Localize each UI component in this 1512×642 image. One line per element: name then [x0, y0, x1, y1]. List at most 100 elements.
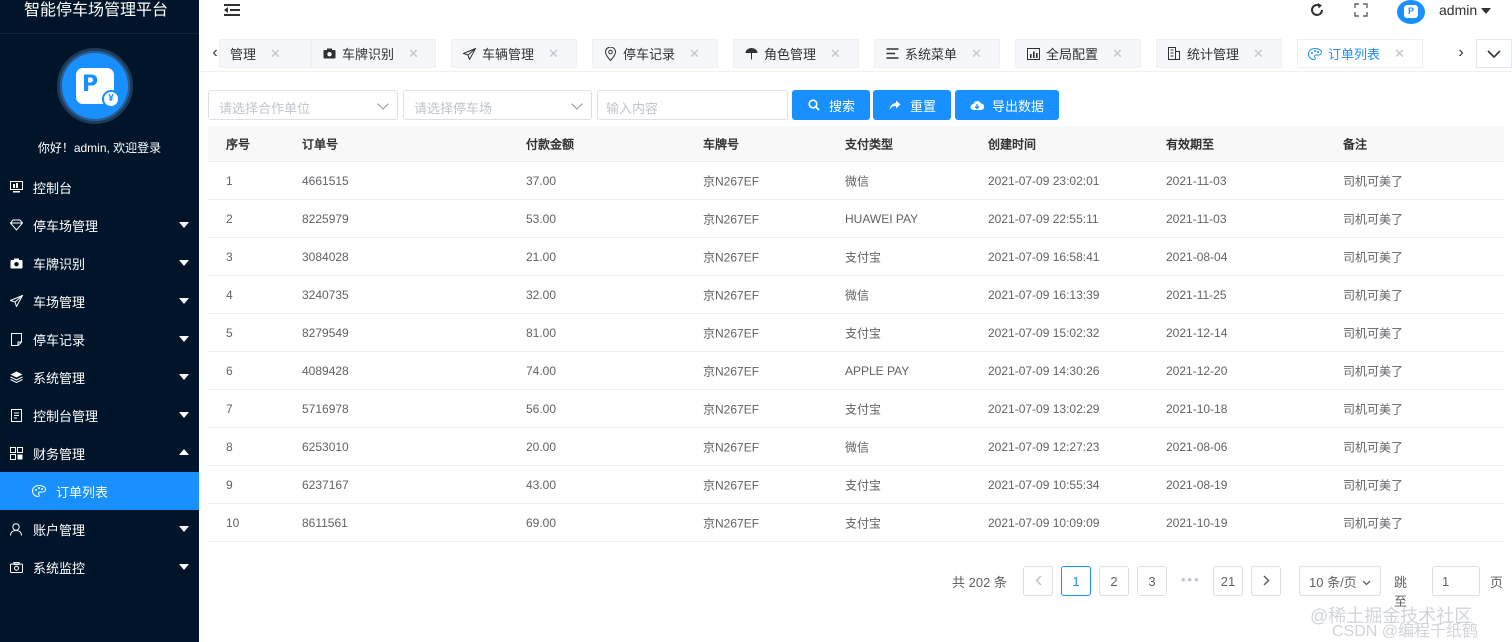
cell-remark: 司机可美了	[1343, 402, 1404, 416]
table-row[interactable]: 10 8611561 69.00 京N267EF 支付宝 2021-07-09 10:09…	[208, 504, 1504, 542]
page-button-last[interactable]: 21	[1213, 566, 1243, 596]
search-button[interactable]: 搜索	[792, 90, 870, 120]
sidebar-item-label: 系统管理	[33, 370, 86, 386]
sidebar-item-account-management[interactable]: 账户管理	[0, 510, 199, 548]
chevron-up-icon	[179, 449, 189, 455]
table-row[interactable]: 5 8279549 81.00 京N267EF 支付宝 2021-07-09 15:02:…	[208, 314, 1504, 352]
table-row[interactable]: 1 4661515 37.00 京N267EF 微信 2021-07-09 23:02:0…	[208, 162, 1504, 200]
tab-management[interactable]: 管理 ✕	[219, 39, 311, 68]
reset-button[interactable]: 重置	[873, 90, 951, 120]
cell-index: 9	[226, 477, 233, 492]
table-row[interactable]: 6 4089428 74.00 京N267EF APPLE PAY 2021-07-09 …	[208, 352, 1504, 390]
fullscreen-icon[interactable]	[1354, 3, 1368, 17]
chevron-down-icon[interactable]	[1481, 8, 1491, 14]
close-icon[interactable]: ✕	[689, 46, 700, 62]
close-icon[interactable]: ✕	[270, 46, 281, 62]
tab-system-menu[interactable]: 系统菜单 ✕	[874, 39, 1000, 68]
close-icon[interactable]: ✕	[1253, 46, 1264, 62]
camera-icon	[9, 256, 23, 270]
cell-order-no: 4661515	[302, 173, 349, 188]
tab-label: 车辆管理	[482, 47, 535, 62]
page-button-1[interactable]: 1	[1061, 566, 1091, 596]
app-title: 智能停车场管理平台	[0, 0, 199, 34]
goto-page-input[interactable]: 1	[1432, 566, 1480, 596]
close-icon[interactable]: ✕	[971, 46, 982, 62]
sidebar-item-system-management[interactable]: 系统管理	[0, 358, 199, 396]
tab-plate-recognition[interactable]: 车牌识别 ✕	[311, 39, 436, 68]
sidebar-item-label: 账户管理	[33, 522, 86, 538]
username[interactable]: admin	[1439, 2, 1477, 18]
table-row[interactable]: 7 5716978 56.00 京N267EF 支付宝 2021-07-09 13:02:…	[208, 390, 1504, 428]
sidebar-item-dashboard[interactable]: 控制台	[0, 168, 199, 206]
header-remark: 备注	[1343, 137, 1368, 151]
tab-role-management[interactable]: 角色管理 ✕	[733, 39, 859, 68]
cell-order-no: 8279549	[302, 325, 349, 340]
cell-pay-type: 支付宝	[845, 516, 882, 530]
tab-statistics-management[interactable]: 统计管理 ✕	[1156, 39, 1282, 68]
table-row[interactable]: 3 3084028 21.00 京N267EF 支付宝 2021-07-09 16:58:…	[208, 238, 1504, 276]
sidebar-item-parking-lot-management[interactable]: 停车场管理	[0, 206, 199, 244]
sidebar-item-order-list[interactable]: 订单列表	[0, 472, 199, 510]
tab-parking-records[interactable]: 停车记录 ✕	[592, 39, 718, 68]
close-icon[interactable]: ✕	[1394, 46, 1405, 62]
cell-order-no: 6253010	[302, 439, 349, 454]
cell-order-no: 3084028	[302, 249, 349, 264]
header-amount: 付款金额	[526, 137, 575, 151]
table-row[interactable]: 9 6237167 43.00 京N267EF 支付宝 2021-07-09 10:55:…	[208, 466, 1504, 504]
chevron-down-icon	[179, 298, 189, 304]
welcome-text: 你好！admin, 欢迎登录	[37, 141, 162, 155]
chevron-down-icon	[179, 412, 189, 418]
tab-scroll-right-icon[interactable]: ›	[1453, 44, 1469, 62]
palette-icon	[1308, 47, 1322, 61]
document-icon	[9, 332, 23, 346]
building-icon	[1167, 47, 1181, 61]
cell-order-no: 5716978	[302, 401, 349, 416]
table-row[interactable]: 8 6253010 20.00 京N267EF 微信 2021-07-09 12:27:2…	[208, 428, 1504, 466]
next-page-button[interactable]	[1251, 566, 1281, 596]
cell-valid-until: 2021-11-03	[1166, 211, 1227, 226]
cell-valid-until: 2021-10-18	[1166, 401, 1228, 416]
refresh-icon[interactable]	[1309, 2, 1325, 18]
tab-order-list[interactable]: 订单列表 ✕	[1297, 39, 1423, 68]
tab-label: 订单列表	[1328, 47, 1381, 62]
tab-global-config[interactable]: 全局配置 ✕	[1015, 39, 1141, 68]
cell-index: 7	[226, 401, 233, 416]
header-pay-type: 支付类型	[845, 137, 894, 151]
sidebar-item-system-monitor[interactable]: 系统监控	[0, 548, 199, 586]
user-avatar[interactable]: P	[1397, 0, 1425, 24]
page-size-select[interactable]: 10 条/页	[1299, 566, 1381, 596]
prev-page-button[interactable]	[1023, 566, 1053, 596]
keyword-input[interactable]: 输入内容	[597, 90, 788, 120]
sidebar-item-yard-management[interactable]: 车场管理	[0, 282, 199, 320]
header-created-at: 创建时间	[988, 137, 1037, 151]
tab-vehicle-management[interactable]: 车辆管理 ✕	[451, 39, 577, 68]
cell-amount: 56.00	[526, 401, 557, 416]
cell-index: 4	[226, 287, 233, 302]
collapse-menu-icon[interactable]	[224, 3, 240, 17]
sidebar-item-finance-management[interactable]: 财务管理	[0, 434, 199, 472]
close-icon[interactable]: ✕	[408, 46, 419, 62]
location-icon	[603, 46, 617, 61]
parking-lot-select[interactable]: 请选择停车场	[403, 90, 592, 120]
cell-index: 6	[226, 363, 233, 378]
chevron-right-icon	[1262, 574, 1270, 589]
tab-dropdown-button[interactable]	[1476, 39, 1512, 68]
sidebar-item-parking-records[interactable]: 停车记录	[0, 320, 199, 358]
cell-pay-type: APPLE PAY	[845, 363, 910, 378]
export-button[interactable]: 导出数据	[955, 90, 1059, 120]
table-row[interactable]: 2 8225979 53.00 京N267EF HUAWEI PAY 2021-07-09…	[208, 200, 1504, 238]
cell-created-at: 2021-07-09 10:55:34	[988, 477, 1100, 492]
page-ellipsis[interactable]: •••	[1181, 572, 1201, 587]
header-index: 序号	[226, 137, 251, 151]
close-icon[interactable]: ✕	[1112, 46, 1123, 62]
tab-label: 管理	[230, 47, 257, 62]
close-icon[interactable]: ✕	[830, 46, 841, 62]
page-button-2[interactable]: 2	[1099, 566, 1129, 596]
sidebar-item-plate-recognition[interactable]: 车牌识别	[0, 244, 199, 282]
partner-unit-select[interactable]: 请选择合作单位	[208, 90, 398, 120]
tab-label: 统计管理	[1187, 47, 1240, 62]
close-icon[interactable]: ✕	[548, 46, 559, 62]
table-row[interactable]: 4 3240735 32.00 京N267EF 微信 2021-07-09 16:13:3…	[208, 276, 1504, 314]
page-button-3[interactable]: 3	[1137, 566, 1167, 596]
sidebar-item-console-management[interactable]: 控制台管理	[0, 396, 199, 434]
